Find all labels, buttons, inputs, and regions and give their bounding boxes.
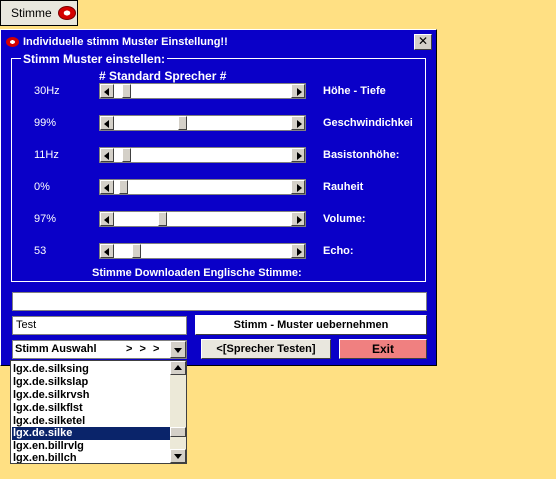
lips-icon [6,36,19,47]
scroll-thumb[interactable] [170,427,186,437]
slider-thumb[interactable] [158,212,167,226]
scroll-left-arrow-icon[interactable] [100,180,114,194]
slider-row-roughness: 0% Rauheit [1,179,438,197]
scroll-up-arrow-icon[interactable] [170,361,186,375]
taskbar-label: Stimme [11,6,52,20]
pitch-slider[interactable] [99,83,306,99]
slider-thumb[interactable] [119,180,128,194]
title-bar: Individuelle stimm Muster Einstellung!! … [3,32,434,51]
scroll-right-arrow-icon[interactable] [291,180,305,194]
scroll-left-arrow-icon[interactable] [100,212,114,226]
slider-label: Rauheit [323,181,364,193]
scroll-down-arrow-icon[interactable] [170,449,186,463]
list-item[interactable]: lgx.de.silkrvsh [12,389,170,402]
slider-value: 99% [34,117,57,129]
exit-button[interactable]: Exit [339,339,427,359]
slider-label: Höhe - Tiefe [323,85,386,97]
slider-label: Volume: [323,213,366,225]
group-legend: Stimm Muster einstellen: [21,52,168,66]
echo-slider[interactable] [99,243,306,259]
scroll-right-arrow-icon[interactable] [291,212,305,226]
slider-row-pitch: 30Hz Höhe - Tiefe [1,83,438,101]
scroll-right-arrow-icon[interactable] [291,116,305,130]
close-button[interactable]: ✕ [414,34,432,50]
slider-row-speed: 99% Geschwindichkeit: [1,115,438,133]
voice-settings-window: Individuelle stimm Muster Einstellung!! … [0,29,437,366]
standard-speaker-title: # Standard Sprecher # [99,69,227,83]
taskbar-button-stimme[interactable]: Stimme [0,0,78,26]
scroll-right-arrow-icon[interactable] [291,84,305,98]
exit-label: Exit [371,342,394,356]
slider-row-volume: 97% Volume: [1,211,438,229]
scroll-left-arrow-icon[interactable] [100,244,114,258]
chevron-down-icon[interactable] [170,341,186,358]
voice-name-field[interactable]: Test [12,316,187,335]
volume-slider[interactable] [99,211,306,227]
combo-arrows: > > > [126,343,162,355]
apply-pattern-button[interactable]: Stimm - Muster uebernehmen [195,315,427,335]
scroll-left-arrow-icon[interactable] [100,84,114,98]
slider-row-echo: 53 Echo: [1,243,438,261]
lips-icon [57,6,76,20]
slider-value: 97% [34,213,57,225]
slider-label: Echo: [323,245,354,257]
voice-select-combo[interactable]: Stimm Auswahl > > > [12,340,187,359]
voice-list[interactable]: lgx.de.silksing lgx.de.silkslap lgx.de.s… [10,360,187,464]
list-scrollbar[interactable] [170,361,186,463]
list-item[interactable]: lgx.en.billch [12,452,170,463]
scroll-right-arrow-icon[interactable] [291,244,305,258]
slider-label: Basistonhöhe: [323,149,400,161]
list-item[interactable]: lgx.de.silksing [12,363,170,376]
roughness-slider[interactable] [99,179,306,195]
download-url-field[interactable] [12,292,427,311]
slider-thumb[interactable] [178,116,187,130]
scroll-right-arrow-icon[interactable] [291,148,305,162]
slider-value: 11Hz [34,149,59,161]
slider-label: Geschwindichkeit: [323,117,413,129]
speed-slider[interactable] [99,115,306,131]
download-english-voice-title: Stimme Downloaden Englische Stimme: [92,267,302,279]
apply-pattern-label: Stimm - Muster uebernehmen [233,319,389,331]
basetone-slider[interactable] [99,147,306,163]
slider-value: 30Hz [34,85,60,97]
test-speaker-button[interactable]: <[Sprecher Testen] [201,339,331,359]
list-item[interactable]: lgx.de.silkflst [12,402,170,415]
window-title: Individuelle stimm Muster Einstellung!! [23,35,228,48]
combo-label: Stimm Auswahl [15,343,97,355]
slider-thumb[interactable] [122,84,131,98]
scroll-left-arrow-icon[interactable] [100,148,114,162]
slider-thumb[interactable] [122,148,131,162]
list-item[interactable]: lgx.de.silkslap [12,376,170,389]
slider-row-basetone: 11Hz Basistonhöhe: [1,147,438,165]
scroll-left-arrow-icon[interactable] [100,116,114,130]
slider-value: 0% [34,181,50,193]
slider-value: 53 [34,245,47,257]
slider-thumb[interactable] [132,244,141,258]
list-item-selected[interactable]: lgx.de.silke [12,427,170,440]
test-speaker-label: <[Sprecher Testen] [216,343,316,355]
